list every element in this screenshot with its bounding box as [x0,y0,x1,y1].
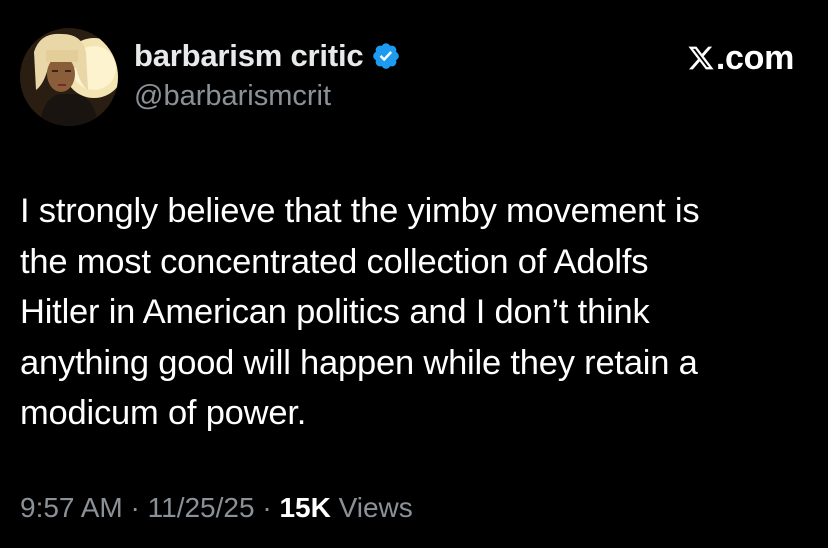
tweet-date[interactable]: 11/25/25 [148,492,255,524]
meta-separator: · [262,492,272,523]
brand-watermark: .com [687,38,794,78]
avatar[interactable] [20,28,118,126]
author-name-row: barbarism critic [134,36,401,76]
tweet-time[interactable]: 9:57 AM [20,492,123,524]
verified-badge-icon [373,43,400,69]
tweet-text: I strongly believe that the yimby moveme… [20,192,700,432]
author-handle[interactable]: @barbarismcrit [134,80,331,113]
tweet-metadata: 9:57 AM · 11/25/25 · 15K Views [20,488,413,528]
views-count: 15K [279,492,331,523]
views-label: Views [338,492,413,523]
meta-separator: · [130,492,140,523]
display-name[interactable]: barbarism critic [134,38,364,74]
brand-text: .com [715,38,794,77]
x-logo-icon [688,46,714,70]
avatar-image [20,28,118,126]
